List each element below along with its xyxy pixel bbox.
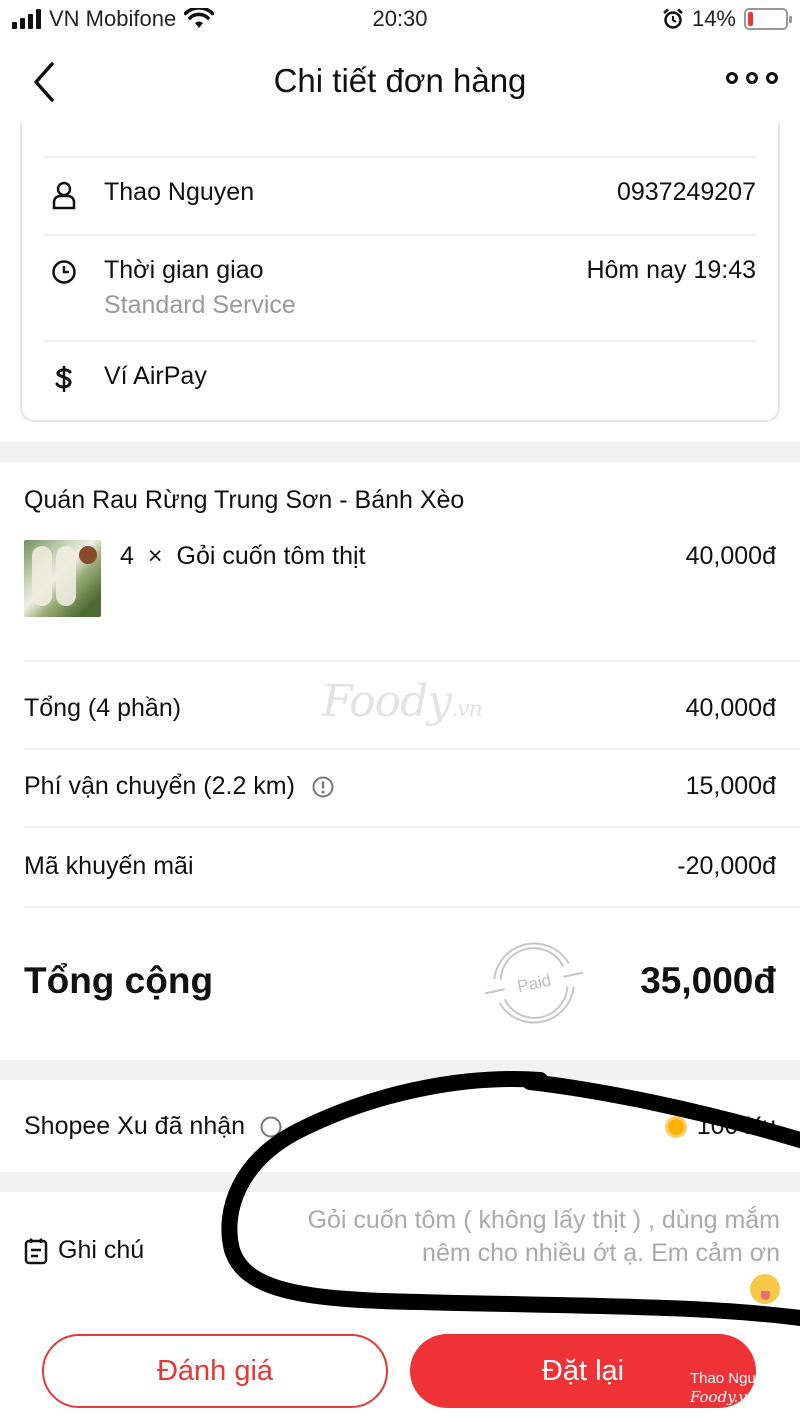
shopee-xu-label: Shopee Xu đã nhận bbox=[24, 1112, 246, 1140]
order-item: 4 × Gỏi cuốn tôm thịt bbox=[120, 542, 366, 571]
note-icon bbox=[24, 1238, 48, 1264]
item-image-roll bbox=[32, 546, 52, 606]
divider bbox=[24, 906, 800, 908]
corner-watermark: Thao Nguyen Foody.vn bbox=[690, 1370, 780, 1406]
rate-button[interactable]: Đánh giá bbox=[42, 1334, 388, 1408]
note-label: Ghi chú bbox=[58, 1236, 145, 1264]
note-text: Gỏi cuốn tôm ( không lấy thịt ) , dùng m… bbox=[307, 1206, 780, 1267]
battery-icon bbox=[744, 8, 792, 30]
recipient-row: Thao Nguyen 0937249207 bbox=[44, 178, 756, 210]
battery-percent: 14% bbox=[691, 6, 736, 31]
delivery-time-label: Thời gian giao bbox=[104, 256, 264, 284]
shipping-row: Phí vận chuyển (2.2 km) 15,000đ bbox=[24, 772, 776, 801]
promo-label: Mã khuyến mãi bbox=[24, 852, 194, 880]
page-title: Chi tiết đơn hàng bbox=[273, 62, 527, 99]
dollar-icon bbox=[44, 364, 84, 394]
coin-icon bbox=[664, 1116, 687, 1139]
delivery-time-value: Hôm nay 19:43 bbox=[586, 256, 756, 284]
recipient-phone: 0937249207 bbox=[616, 178, 756, 206]
recipient-name: Thao Nguyen bbox=[104, 178, 255, 206]
item-times: × bbox=[147, 542, 163, 570]
alarm-icon bbox=[663, 8, 683, 29]
shipping-label: Phí vận chuyển (2.2 km) bbox=[24, 772, 295, 800]
more-button[interactable] bbox=[726, 72, 778, 84]
corner-watermark-brand: Foody.vn bbox=[689, 1388, 757, 1406]
item-image-sauce bbox=[79, 546, 97, 564]
shopee-xu-value-group: 100 Xu bbox=[664, 1112, 776, 1141]
paid-stamp: Paid bbox=[484, 942, 584, 1024]
tongue-emoji-icon bbox=[750, 1274, 780, 1305]
divider bbox=[44, 234, 756, 236]
total-label: Tổng cộng bbox=[24, 960, 214, 1001]
item-image bbox=[24, 540, 101, 617]
total-value: 35,000đ bbox=[640, 960, 776, 1001]
divider bbox=[24, 826, 800, 828]
more-dot bbox=[766, 72, 778, 84]
delivery-time-row: Thời gian giao Standard Service Hôm nay … bbox=[44, 256, 756, 320]
divider bbox=[44, 340, 756, 342]
delivery-time-block: Thời gian giao Standard Service bbox=[104, 256, 586, 320]
note-label-group: Ghi chú bbox=[24, 1236, 144, 1265]
delivery-info-card: Thao Nguyen 0937249207 Thời gian giao St… bbox=[20, 122, 780, 422]
item-name: Gỏi cuốn tôm thịt bbox=[176, 542, 366, 570]
nav-header: Chi tiết đơn hàng bbox=[0, 50, 800, 114]
status-right: 14% bbox=[662, 6, 792, 32]
corner-watermark-user: Thao Nguyen bbox=[689, 1370, 780, 1387]
promo-row: Mã khuyến mãi -20,000đ bbox=[24, 852, 776, 881]
shopee-xu-label-group: Shopee Xu đã nhận bbox=[24, 1112, 283, 1141]
clock-icon bbox=[44, 258, 84, 286]
info-icon[interactable] bbox=[311, 775, 335, 799]
service-type: Standard Service bbox=[104, 291, 296, 319]
subtotal-value: 40,000đ bbox=[685, 694, 776, 722]
note-text-block: Gỏi cuốn tôm ( không lấy thịt ) , dùng m… bbox=[300, 1204, 780, 1305]
more-dot bbox=[746, 72, 758, 84]
section-gap bbox=[0, 442, 800, 462]
status-bar: VN Mobifone 20:30 14% bbox=[0, 0, 800, 40]
divider bbox=[44, 156, 756, 158]
shopee-xu-row: Shopee Xu đã nhận 100 Xu bbox=[24, 1112, 776, 1141]
paid-stamp-text: Paid bbox=[515, 971, 552, 997]
section-gap bbox=[0, 1172, 800, 1192]
section-gap bbox=[0, 1060, 800, 1080]
item-price: 40,000đ bbox=[685, 542, 776, 570]
subtotal-label: Tổng (4 phần) bbox=[24, 694, 182, 722]
divider bbox=[24, 660, 800, 662]
more-dots-icon bbox=[726, 72, 738, 84]
payment-method: Ví AirPay bbox=[104, 362, 207, 390]
item-image-roll bbox=[56, 546, 76, 606]
payment-row: Ví AirPay bbox=[44, 362, 756, 394]
person-icon bbox=[44, 180, 84, 210]
shipping-label-group: Phí vận chuyển (2.2 km) bbox=[24, 772, 335, 801]
shopee-xu-value: 100 Xu bbox=[696, 1112, 776, 1140]
divider bbox=[24, 748, 800, 750]
total-row: Tổng cộng 35,000đ bbox=[24, 960, 776, 1002]
item-qty: 4 bbox=[120, 542, 134, 570]
shop-name[interactable]: Quán Rau Rừng Trung Sơn - Bánh Xèo bbox=[24, 486, 464, 515]
subtotal-row: Tổng (4 phần) 40,000đ bbox=[24, 694, 776, 723]
shipping-value: 15,000đ bbox=[685, 772, 776, 800]
help-icon[interactable] bbox=[259, 1115, 283, 1139]
promo-value: -20,000đ bbox=[677, 852, 776, 880]
battery-level bbox=[748, 12, 754, 26]
